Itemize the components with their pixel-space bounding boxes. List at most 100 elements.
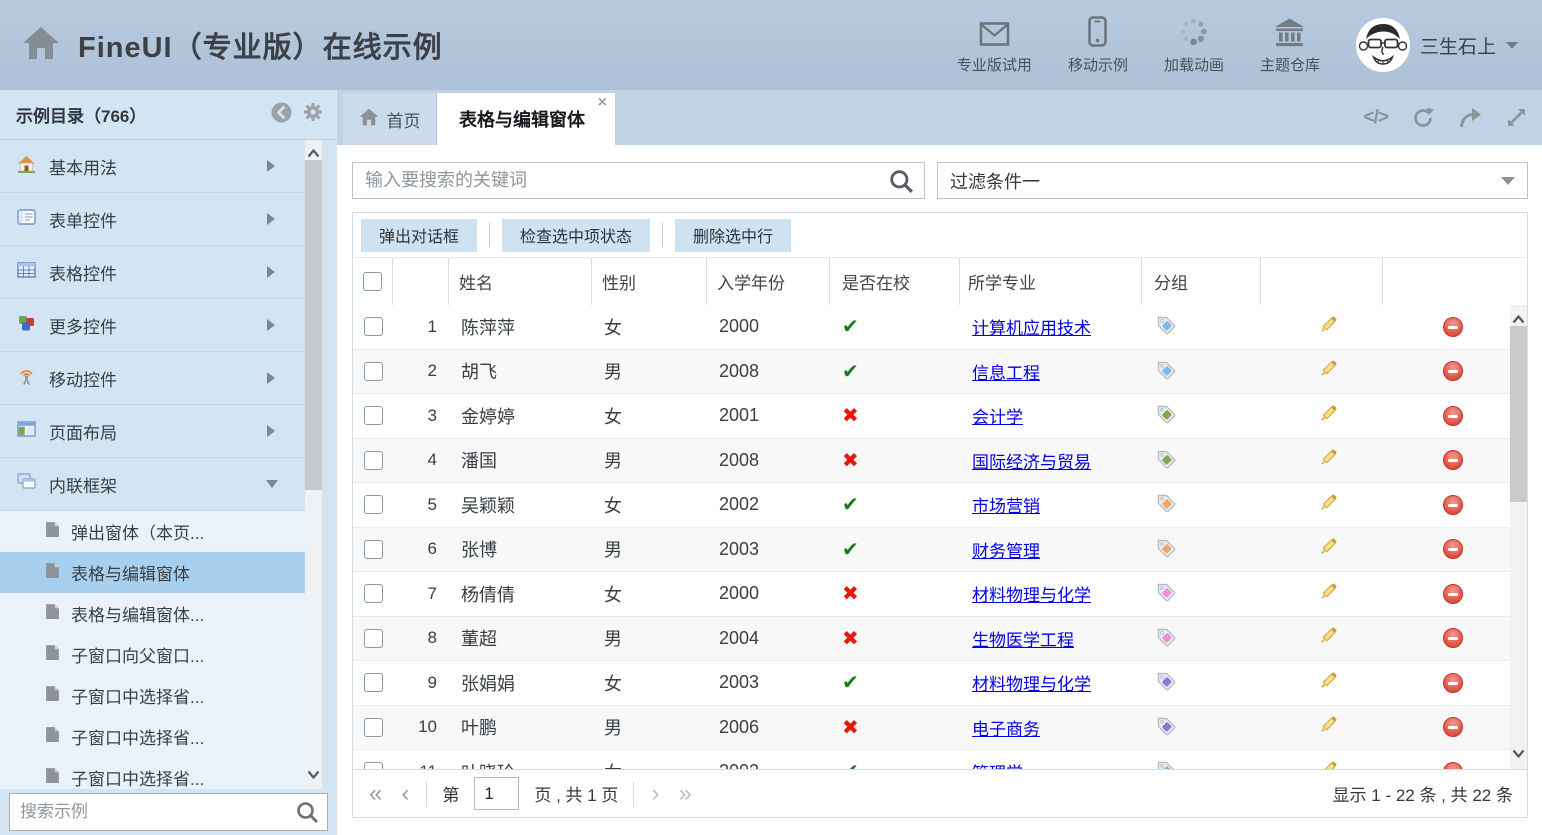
code-icon[interactable]: </>: [1364, 107, 1388, 129]
sidebar-search-input[interactable]: [10, 794, 327, 830]
cell-gender: 男: [592, 358, 707, 384]
search-icon[interactable]: [889, 169, 914, 199]
edit-pencil-icon[interactable]: [1317, 713, 1340, 741]
scroll-down-icon[interactable]: [307, 766, 320, 784]
first-page-button[interactable]: «: [367, 782, 384, 806]
sidebar-scrollbar[interactable]: [305, 140, 322, 789]
last-page-button[interactable]: »: [676, 782, 693, 806]
row-checkbox[interactable]: [364, 718, 383, 737]
check-icon: ✔: [842, 670, 859, 695]
sidebar-sub-item[interactable]: 表格与编辑窗体...: [0, 593, 305, 634]
tab-home[interactable]: 首页: [343, 93, 437, 145]
row-checkbox[interactable]: [364, 629, 383, 648]
row-checkbox[interactable]: [364, 406, 383, 425]
search-icon[interactable]: [296, 801, 319, 829]
delete-icon[interactable]: [1443, 495, 1463, 515]
edit-pencil-icon[interactable]: [1317, 580, 1340, 608]
open-dialog-button[interactable]: 弹出对话框: [361, 219, 477, 252]
check-selection-button[interactable]: 检查选中项状态: [502, 219, 650, 252]
major-link[interactable]: 信息工程: [972, 359, 1040, 384]
edit-pencil-icon[interactable]: [1317, 758, 1340, 769]
user-menu[interactable]: 三生石上: [1356, 18, 1518, 72]
sidebar-item-layout[interactable]: 页面布局: [0, 405, 305, 458]
scrollbar-thumb[interactable]: [305, 160, 322, 490]
delete-icon[interactable]: [1443, 361, 1463, 381]
page-number-input[interactable]: [474, 777, 519, 810]
row-checkbox[interactable]: [364, 362, 383, 381]
edit-pencil-icon[interactable]: [1317, 446, 1340, 474]
sidebar-item-basic[interactable]: 基本用法: [0, 140, 305, 193]
major-link[interactable]: 国际经济与贸易: [972, 448, 1091, 473]
scrollbar-thumb[interactable]: [1510, 326, 1527, 502]
close-icon[interactable]: ×: [598, 95, 607, 111]
edit-pencil-icon[interactable]: [1317, 624, 1340, 652]
sidebar-item-more[interactable]: 更多控件: [0, 299, 305, 352]
major-link[interactable]: 电子商务: [972, 715, 1040, 740]
filter-dropdown[interactable]: 过滤条件一: [937, 162, 1528, 199]
sidebar-item-grid[interactable]: 表格控件: [0, 246, 305, 299]
row-checkbox[interactable]: [364, 451, 383, 470]
sidebar-item-iframe[interactable]: 内联框架: [0, 458, 305, 511]
edit-pencil-icon[interactable]: [1317, 491, 1340, 519]
sidebar-sub-item[interactable]: 子窗口向父窗口...: [0, 634, 305, 675]
edit-pencil-icon[interactable]: [1317, 402, 1340, 430]
tab-grid-edit-window[interactable]: 表格与编辑窗体 ×: [437, 93, 615, 145]
sidebar-sub-item[interactable]: 子窗口中选择省...: [0, 757, 305, 789]
prev-page-button[interactable]: ‹: [399, 782, 411, 806]
delete-icon[interactable]: [1443, 406, 1463, 426]
refresh-icon[interactable]: [1411, 106, 1435, 130]
major-link[interactable]: 市场营销: [972, 492, 1040, 517]
delete-icon[interactable]: [1443, 628, 1463, 648]
delete-icon[interactable]: [1443, 673, 1463, 693]
delete-icon[interactable]: [1443, 762, 1463, 769]
sidebar-sub-item[interactable]: 子窗口中选择省...: [0, 675, 305, 716]
cell-gender: 男: [592, 447, 707, 473]
gear-icon[interactable]: [303, 102, 323, 127]
select-all-checkbox[interactable]: [363, 272, 382, 291]
major-link[interactable]: 材料物理与化学: [972, 670, 1091, 695]
share-icon[interactable]: [1458, 106, 1482, 129]
edit-pencil-icon[interactable]: [1317, 313, 1340, 341]
delete-rows-button[interactable]: 删除选中行: [675, 219, 791, 252]
sidebar-item-form[interactable]: 表单控件: [0, 193, 305, 246]
cubes-icon: [17, 314, 36, 337]
row-checkbox[interactable]: [364, 584, 383, 603]
sidebar-item-mobile[interactable]: 移动控件: [0, 352, 305, 405]
sidebar-sub-item[interactable]: 表格与编辑窗体: [0, 552, 305, 593]
app-header: FineUI（专业版）在线示例 专业版试用 移动示例: [0, 0, 1542, 90]
delete-icon[interactable]: [1443, 717, 1463, 737]
table-header: 姓名 性别 入学年份 是否在校 所学专业 分组: [353, 258, 1527, 306]
major-link[interactable]: 材料物理与化学: [972, 581, 1091, 606]
major-link[interactable]: 生物医学工程: [972, 626, 1074, 651]
header-nav-loading[interactable]: 加载动画: [1164, 15, 1224, 75]
next-page-button[interactable]: ›: [649, 782, 661, 806]
header-nav-trial[interactable]: 专业版试用: [957, 15, 1032, 75]
delete-icon[interactable]: [1443, 539, 1463, 559]
row-checkbox[interactable]: [364, 762, 383, 769]
sidebar-sub-item[interactable]: 子窗口中选择省...: [0, 716, 305, 757]
edit-pencil-icon[interactable]: [1317, 357, 1340, 385]
scroll-down-icon[interactable]: [1512, 745, 1525, 763]
sidebar-sub-item[interactable]: 弹出窗体（本页...: [0, 511, 305, 552]
delete-icon[interactable]: [1443, 317, 1463, 337]
header-nav-mobile[interactable]: 移动示例: [1068, 15, 1128, 75]
major-link[interactable]: 财务管理: [972, 537, 1040, 562]
row-checkbox[interactable]: [364, 673, 383, 692]
row-checkbox[interactable]: [364, 540, 383, 559]
edit-pencil-icon[interactable]: [1317, 535, 1340, 563]
major-link[interactable]: 会计学: [972, 403, 1023, 428]
delete-icon[interactable]: [1443, 450, 1463, 470]
major-link[interactable]: 计算机应用技术: [972, 314, 1091, 339]
delete-icon[interactable]: [1443, 584, 1463, 604]
row-checkbox[interactable]: [364, 495, 383, 514]
tab-bar: 首页 表格与编辑窗体 × </>: [337, 90, 1542, 145]
header-nav-themes[interactable]: 主题仓库: [1260, 15, 1320, 75]
major-link[interactable]: 管理学: [972, 759, 1023, 769]
keyword-search-input[interactable]: [353, 163, 924, 198]
circle-back-icon[interactable]: [271, 102, 292, 128]
expand-icon[interactable]: [1505, 106, 1528, 129]
table-scrollbar[interactable]: [1510, 305, 1527, 769]
row-checkbox[interactable]: [364, 317, 383, 336]
edit-pencil-icon[interactable]: [1317, 669, 1340, 697]
username: 三生石上: [1420, 32, 1496, 59]
